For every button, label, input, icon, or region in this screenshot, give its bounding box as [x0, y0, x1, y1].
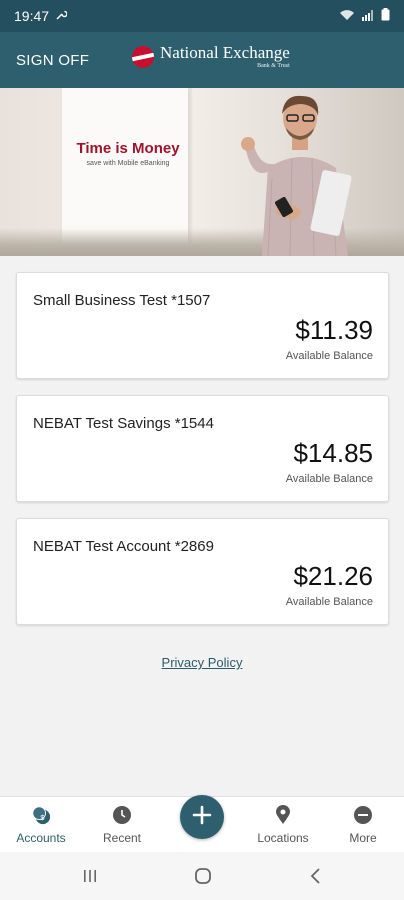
promo-banner: Time is Money save with Mobile eBanking [0, 88, 404, 256]
status-time: 19:47 [14, 8, 50, 24]
home-icon[interactable] [191, 866, 215, 886]
nav-more-label: More [349, 831, 377, 845]
account-card-1544[interactable]: NEBAT Test Savings *1544 $14.85 Availabl… [16, 395, 389, 502]
account-card-2869[interactable]: NEBAT Test Account *2869 $21.26 Availabl… [16, 518, 389, 625]
recent-apps-icon[interactable] [78, 866, 102, 886]
more-icon [353, 805, 373, 825]
nav-locations-label: Locations [257, 831, 309, 845]
banner-person-image [241, 95, 352, 256]
wrench-icon [55, 9, 68, 24]
nav-accounts-label: Accounts [16, 831, 66, 845]
logo-mark-icon [132, 46, 154, 68]
plus-icon [192, 805, 212, 830]
account-balance: $14.85 [293, 438, 373, 468]
banner-headline: Time is Money [76, 140, 180, 157]
banner-subtext: save with Mobile eBanking [86, 160, 170, 167]
svg-text:$: $ [40, 813, 44, 822]
accounts-icon: $ [31, 805, 51, 825]
account-balance: $11.39 [295, 315, 373, 345]
account-card-1507[interactable]: Small Business Test *1507 $11.39 Availab… [16, 272, 389, 379]
banner-panel [62, 88, 188, 248]
signal-icon [361, 8, 375, 24]
app-header: SIGN OFF National Exchange Bank & Trust [0, 32, 404, 88]
account-name: Small Business Test *1507 [33, 292, 211, 309]
available-balance-label: Available Balance [285, 473, 373, 485]
account-name: NEBAT Test Savings *1544 [33, 415, 214, 432]
available-balance-label: Available Balance [285, 596, 373, 608]
nav-more[interactable]: More [323, 797, 403, 853]
logo-subtitle: Bank & Trust [257, 63, 290, 69]
wifi-icon [339, 8, 355, 24]
back-icon[interactable] [304, 866, 328, 886]
nav-accounts[interactable]: $ Accounts [1, 797, 81, 853]
nav-recent-label: Recent [102, 831, 142, 845]
bank-logo: National Exchange Bank & Trust [132, 44, 290, 70]
battery-icon [381, 8, 390, 24]
status-bar: 19:47 [0, 0, 404, 32]
sign-off-button[interactable]: SIGN OFF [0, 52, 89, 69]
nav-recent[interactable]: Recent [82, 797, 162, 853]
nav-locations[interactable]: Locations [243, 797, 323, 853]
privacy-policy-link[interactable]: Privacy Policy [0, 655, 404, 670]
system-nav-bar [0, 852, 404, 900]
clock-icon [112, 805, 132, 825]
available-balance-label: Available Balance [285, 350, 373, 362]
logo-name: National Exchange [160, 43, 290, 62]
account-name: NEBAT Test Account *2869 [33, 538, 214, 555]
location-pin-icon [273, 805, 293, 825]
add-button[interactable] [180, 795, 224, 839]
account-balance: $21.26 [293, 561, 373, 591]
